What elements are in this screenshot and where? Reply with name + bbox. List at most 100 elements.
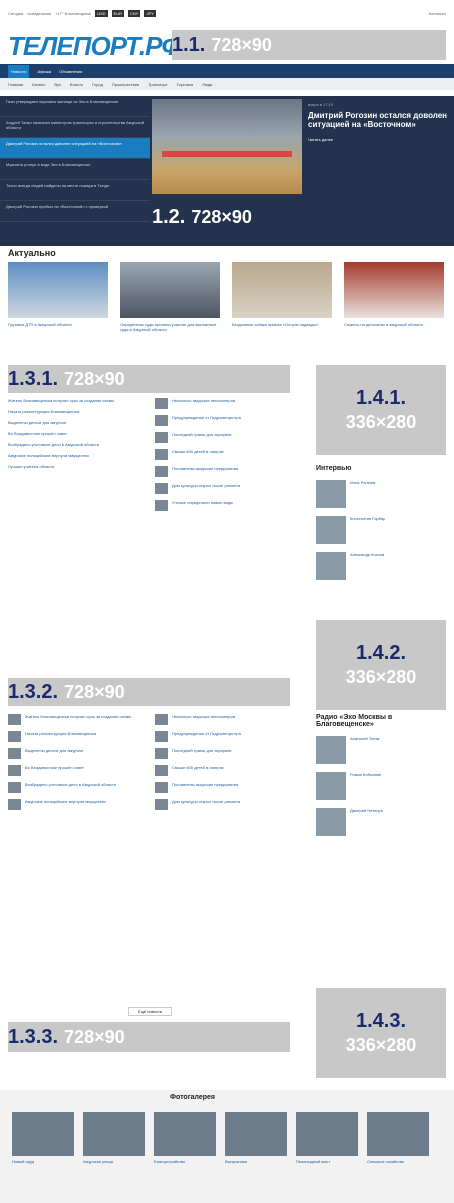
list-item[interactable]: Свыше 600 детей в лагерях: [155, 765, 300, 776]
gallery-card[interactable]: Амурская улица: [83, 1112, 145, 1164]
list-item[interactable]: Начата реконструкция Благовещенска: [8, 731, 148, 742]
news-feed-right-2: Несколько амурских пенсионеров Предупреж…: [155, 714, 300, 816]
list-item[interactable]: Возбуждено уголовное дело в Амурской обл…: [8, 782, 148, 793]
list-item[interactable]: Дом культуры открыт после ремонта: [155, 483, 300, 494]
gallery-card[interactable]: Выпускники: [225, 1112, 287, 1164]
contacts-link[interactable]: Контакты: [429, 11, 446, 16]
hero-image[interactable]: [152, 99, 302, 194]
hero-list-item[interactable]: Газы утверждают мужчины жилище из Зея в …: [0, 96, 150, 117]
ad-banner-1-3-2[interactable]: 1.3.2. 728×90: [8, 678, 290, 706]
nav-news[interactable]: Новости: [8, 64, 30, 78]
subnav-item[interactable]: Власть: [70, 82, 83, 87]
list-item[interactable]: Предупреждение от Гидрометцентра: [155, 731, 300, 742]
ad-banner-1-4-2[interactable]: 1.4.2. 336×280: [316, 620, 446, 710]
actual-card[interactable]: Определены суды приняли участие для выпл…: [120, 262, 220, 332]
list-item[interactable]: Житель Благовещенска получил срок за соз…: [8, 398, 148, 403]
actual-card[interactable]: Грузовик ДТП в Амурской области: [8, 262, 108, 332]
list-item[interactable]: Во Владивостоке прошёл совет: [8, 431, 148, 436]
list-item[interactable]: Возбуждено уголовное дело в Амурской обл…: [8, 442, 148, 447]
hero-list-item[interactable]: Мужчина утонул в воде Зея в Благовещенск…: [0, 159, 150, 180]
actual-row: Грузовик ДТП в Амурской области Определе…: [8, 262, 444, 332]
ad-banner-1-3-3[interactable]: 1.3.3. 728×90: [8, 1022, 290, 1052]
subnav-item[interactable]: Торговля: [176, 82, 193, 87]
gallery-card[interactable]: Новый пруд: [12, 1112, 74, 1164]
subnav-item[interactable]: Транспорт: [148, 82, 167, 87]
interview-item[interactable]: Илья Рогачев: [316, 480, 446, 508]
interview-item[interactable]: Александр Козлов: [316, 552, 446, 580]
radio-item[interactable]: Дмитрий Нетепрь: [316, 808, 446, 836]
list-item[interactable]: Предупреждение от Гидрометцентра: [155, 415, 300, 426]
actual-card[interactable]: Бездомные собаки приюта «Остров надежды»: [232, 262, 332, 332]
news-feed-right: Несколько амурских пенсионеров Предупреж…: [155, 398, 300, 517]
interview-heading: Интервью: [316, 465, 352, 472]
weekday-label: понедельник: [27, 10, 52, 16]
ad-banner-1-1[interactable]: 1.1. 728×90: [172, 30, 446, 60]
list-item[interactable]: Поставлены амурские предприятия: [155, 466, 300, 477]
hero-list-item[interactable]: Андрей Тапко назначен министром транспор…: [0, 117, 150, 138]
list-item[interactable]: Лучшие учителя области: [8, 464, 148, 469]
list-item[interactable]: Житель Благовещенска получил срок за соз…: [8, 714, 148, 725]
list-item[interactable]: Свыше 600 детей в лагерях: [155, 449, 300, 460]
list-item[interactable]: Ученые определили новые виды: [155, 500, 300, 511]
ad-banner-1-4-3[interactable]: 1.4.3. 336×280: [316, 988, 446, 1078]
jpy-rate: JPY: [144, 9, 156, 17]
hero-list-item[interactable]: Дмитрий Рогозин прибыл на «Восточный» с …: [0, 201, 150, 222]
gallery-card[interactable]: Благоустройство: [154, 1112, 216, 1164]
list-item[interactable]: Амурские полицейские вернули имущество: [8, 453, 148, 458]
list-item[interactable]: Несколько амурских пенсионеров: [155, 398, 300, 409]
subnav-item[interactable]: Бизнес: [32, 82, 45, 87]
main-nav: Новости Афиша Объявления: [0, 64, 454, 78]
list-item[interactable]: Во Владивостоке прошёл совет: [8, 765, 148, 776]
list-item[interactable]: Поставлены амурские предприятия: [155, 782, 300, 793]
gallery-card[interactable]: Сельское хозяйство: [367, 1112, 429, 1164]
list-item[interactable]: Начата реконструкция Благовещенска: [8, 409, 148, 414]
subnav-item[interactable]: Вуз: [54, 82, 60, 87]
avatar: [316, 552, 346, 580]
photo-gallery: Фотогалерея Новый пруд Амурская улица Бл…: [0, 1090, 454, 1203]
list-item[interactable]: Выделены деньги для амурчан: [8, 420, 148, 425]
list-item[interactable]: Последний транш для аграриев: [155, 748, 300, 759]
subnav-item[interactable]: Происшествия: [112, 82, 139, 87]
cny-rate: CNY: [128, 9, 141, 17]
interview-item[interactable]: Константин Гарбар: [316, 516, 446, 544]
ad-banner-1-4-1[interactable]: 1.4.1. 336×280: [316, 365, 446, 455]
radio-box: Радио «Эхо Москвы в Благовещенске» Анато…: [316, 714, 446, 836]
sub-nav: Главная Бизнес Вуз Власть Город Происшес…: [0, 78, 454, 90]
ad-banner-1-2[interactable]: 1.2. 728×90: [152, 200, 446, 234]
list-item[interactable]: Несколько амурских пенсионеров: [155, 714, 300, 725]
date-label: Сегодня: [8, 10, 24, 16]
actual-card[interactable]: Сюжеты на депозитах в амурской области: [344, 262, 444, 332]
news-feed-left: Житель Благовещенска получил срок за соз…: [8, 398, 148, 475]
more-news-button[interactable]: Ещё новости: [128, 1007, 172, 1016]
gallery-card[interactable]: Пешеходный мост: [296, 1112, 358, 1164]
avatar: [316, 772, 346, 800]
subnav-item[interactable]: Главная: [8, 82, 23, 87]
avatar: [316, 480, 346, 508]
avatar: [316, 736, 346, 764]
hero-title[interactable]: Дмитрий Рогозин остался доволен ситуацие…: [308, 111, 448, 129]
nav-ads[interactable]: Объявления: [59, 69, 82, 74]
site-logo[interactable]: ТЕЛЕПОРТ.РФ: [8, 31, 182, 62]
hero-list-item[interactable]: Точно всегда людей найдены на месте пожа…: [0, 180, 150, 201]
subnav-item[interactable]: Люди: [202, 82, 212, 87]
read-more-link[interactable]: Читать далее: [308, 137, 448, 142]
radio-item[interactable]: Анатолий Тепак: [316, 736, 446, 764]
hero-meta: вчера в 17:19: [308, 102, 334, 107]
actual-heading: Актуально: [8, 248, 56, 258]
usd-rate: USD: [95, 9, 108, 17]
nav-afisha[interactable]: Афиша: [37, 69, 51, 74]
radio-item[interactable]: Роман Кобылкин: [316, 772, 446, 800]
gallery-heading: Фотогалерея: [170, 1094, 215, 1101]
hero-list-item-active[interactable]: Дмитрий Рогозин остался доволен ситуацие…: [0, 138, 150, 159]
ad-banner-1-3-1[interactable]: 1.3.1. 728×90: [8, 365, 290, 393]
top-bar: Сегодня понедельник +17° Благовещенск US…: [0, 0, 454, 26]
hero-list: Газы утверждают мужчины жилище из Зея в …: [0, 96, 150, 246]
subnav-item[interactable]: Город: [92, 82, 103, 87]
weather-label: +17° Благовещенск: [55, 10, 92, 16]
list-item[interactable]: Амурские полицейские вернули имущество: [8, 799, 148, 810]
eur-rate: EUR: [111, 9, 124, 17]
list-item[interactable]: Последний транш для аграриев: [155, 432, 300, 443]
hero-block: Газы утверждают мужчины жилище из Зея в …: [0, 96, 454, 246]
list-item[interactable]: Выделены деньги для амурчан: [8, 748, 148, 759]
list-item[interactable]: Дом культуры открыт после ремонта: [155, 799, 300, 810]
